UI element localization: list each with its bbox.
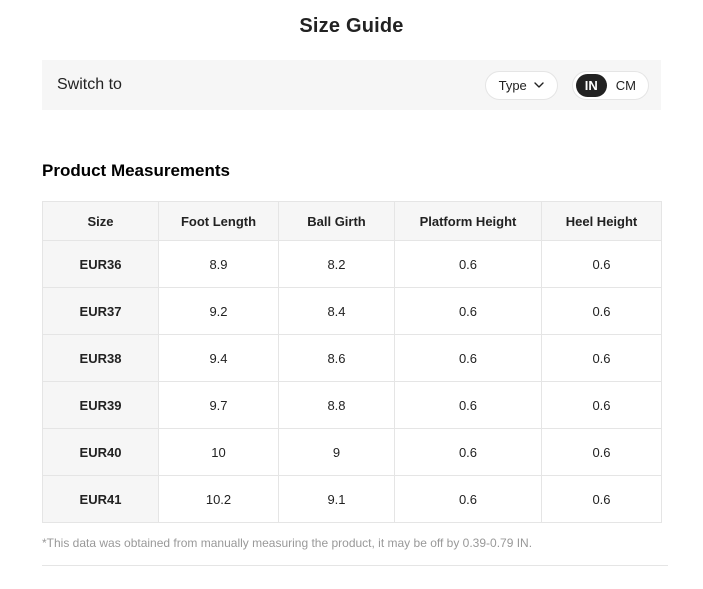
column-header: Platform Height bbox=[395, 202, 542, 241]
unit-option-cm[interactable]: CM bbox=[607, 74, 645, 97]
table-row: EUR4110.29.10.60.6 bbox=[43, 476, 662, 523]
value-cell: 9.7 bbox=[159, 382, 279, 429]
bottom-divider bbox=[42, 565, 668, 566]
chevron-down-icon bbox=[534, 82, 544, 88]
value-cell: 9.4 bbox=[159, 335, 279, 382]
table-row: EUR401090.60.6 bbox=[43, 429, 662, 476]
size-cell: EUR41 bbox=[43, 476, 159, 523]
measurements-table: SizeFoot LengthBall GirthPlatform Height… bbox=[42, 201, 662, 523]
value-cell: 0.6 bbox=[395, 288, 542, 335]
column-header: Heel Height bbox=[542, 202, 662, 241]
value-cell: 0.6 bbox=[395, 335, 542, 382]
column-header: Size bbox=[43, 202, 159, 241]
table-row: EUR379.28.40.60.6 bbox=[43, 288, 662, 335]
unit-toggle[interactable]: IN CM bbox=[572, 71, 649, 100]
column-header: Foot Length bbox=[159, 202, 279, 241]
value-cell: 8.2 bbox=[279, 241, 395, 288]
table-header: SizeFoot LengthBall GirthPlatform Height… bbox=[43, 202, 662, 241]
table-body: EUR368.98.20.60.6EUR379.28.40.60.6EUR389… bbox=[43, 241, 662, 523]
value-cell: 9.1 bbox=[279, 476, 395, 523]
section-heading: Product Measurements bbox=[42, 161, 661, 181]
value-cell: 9.2 bbox=[159, 288, 279, 335]
type-dropdown-label: Type bbox=[499, 78, 527, 93]
unit-option-in[interactable]: IN bbox=[576, 74, 607, 97]
value-cell: 0.6 bbox=[542, 335, 662, 382]
value-cell: 0.6 bbox=[542, 476, 662, 523]
switch-to-bar: Switch to Type IN CM bbox=[42, 60, 661, 110]
value-cell: 0.6 bbox=[542, 429, 662, 476]
table-header-row: SizeFoot LengthBall GirthPlatform Height… bbox=[43, 202, 662, 241]
size-cell: EUR38 bbox=[43, 335, 159, 382]
size-cell: EUR36 bbox=[43, 241, 159, 288]
value-cell: 8.4 bbox=[279, 288, 395, 335]
value-cell: 8.6 bbox=[279, 335, 395, 382]
table-row: EUR368.98.20.60.6 bbox=[43, 241, 662, 288]
size-cell: EUR39 bbox=[43, 382, 159, 429]
value-cell: 8.9 bbox=[159, 241, 279, 288]
measurement-footnote: *This data was obtained from manually me… bbox=[42, 536, 661, 550]
switch-to-label: Switch to bbox=[57, 76, 122, 94]
size-cell: EUR37 bbox=[43, 288, 159, 335]
value-cell: 0.6 bbox=[542, 288, 662, 335]
value-cell: 10.2 bbox=[159, 476, 279, 523]
value-cell: 9 bbox=[279, 429, 395, 476]
column-header: Ball Girth bbox=[279, 202, 395, 241]
value-cell: 8.8 bbox=[279, 382, 395, 429]
type-dropdown-button[interactable]: Type bbox=[485, 71, 558, 100]
value-cell: 10 bbox=[159, 429, 279, 476]
size-cell: EUR40 bbox=[43, 429, 159, 476]
table-row: EUR389.48.60.60.6 bbox=[43, 335, 662, 382]
switch-controls: Type IN CM bbox=[485, 71, 649, 100]
table-row: EUR399.78.80.60.6 bbox=[43, 382, 662, 429]
value-cell: 0.6 bbox=[542, 382, 662, 429]
page-title: Size Guide bbox=[0, 0, 703, 38]
value-cell: 0.6 bbox=[395, 429, 542, 476]
value-cell: 0.6 bbox=[395, 382, 542, 429]
value-cell: 0.6 bbox=[395, 476, 542, 523]
value-cell: 0.6 bbox=[542, 241, 662, 288]
value-cell: 0.6 bbox=[395, 241, 542, 288]
